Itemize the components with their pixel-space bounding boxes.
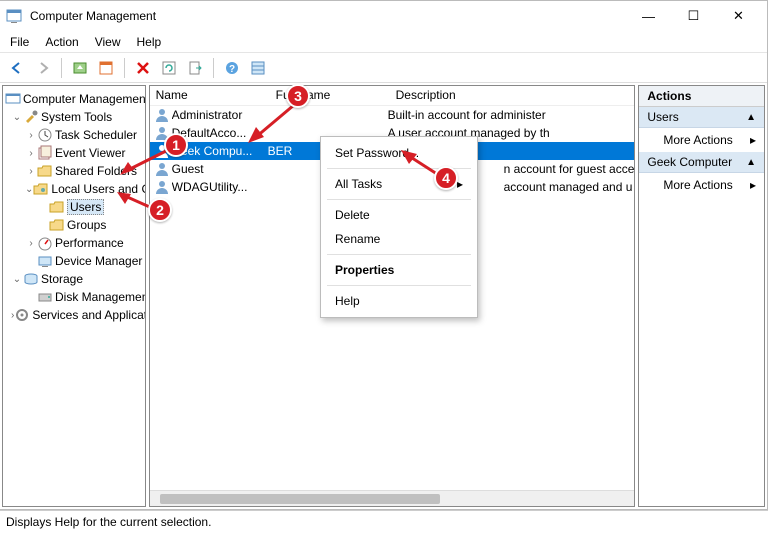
horizontal-scrollbar[interactable] (150, 490, 635, 506)
annotation-badge-1: 1 (164, 133, 188, 157)
svg-text:?: ? (229, 64, 235, 75)
actions-header: Actions (639, 86, 764, 107)
users-folder-icon (33, 181, 49, 197)
clock-icon (37, 127, 53, 143)
delete-button[interactable] (132, 57, 154, 79)
menu-action[interactable]: Action (45, 35, 78, 49)
back-button[interactable] (6, 57, 28, 79)
computer-icon (5, 91, 21, 107)
app-icon (6, 8, 22, 24)
event-icon (37, 145, 53, 161)
device-icon (37, 253, 53, 269)
status-bar: Displays Help for the current selection. (0, 510, 768, 532)
annotation-arrow-3 (246, 101, 302, 145)
list-header: Name Full Name Description (150, 86, 635, 106)
annotation-badge-3: 3 (286, 84, 310, 108)
user-icon (154, 107, 170, 123)
performance-icon (37, 235, 53, 251)
disk-icon (37, 289, 53, 305)
tree-system-tools[interactable]: ⌄System Tools (5, 108, 143, 126)
help-button[interactable]: ? (221, 57, 243, 79)
toolbar: ? (0, 53, 767, 83)
menu-file[interactable]: File (10, 35, 29, 49)
tree-performance[interactable]: ›Performance (5, 234, 143, 252)
collapse-icon: ▲ (746, 157, 756, 168)
services-icon (14, 307, 30, 323)
tree-root[interactable]: Computer Management (Local) (5, 90, 143, 108)
tree-services-apps[interactable]: ›Services and Applications (5, 306, 143, 324)
ctx-rename[interactable]: Rename (321, 227, 477, 251)
annotation-badge-2: 2 (148, 198, 172, 222)
menu-help[interactable]: Help (137, 35, 162, 49)
up-button[interactable] (69, 57, 91, 79)
actions-more-1[interactable]: More Actions▸ (639, 128, 764, 152)
user-row[interactable]: AdministratorBuilt-in account for admini… (150, 106, 635, 124)
folder-icon (49, 217, 65, 233)
menu-view[interactable]: View (95, 35, 121, 49)
col-description[interactable]: Description (390, 86, 635, 105)
tools-icon (23, 109, 39, 125)
actions-more-2[interactable]: More Actions▸ (639, 173, 764, 197)
properties-button[interactable] (95, 57, 117, 79)
export-button[interactable] (184, 57, 206, 79)
actions-pane: Actions Users▲ More Actions▸ Geek Comput… (638, 85, 765, 507)
maximize-button[interactable]: ☐ (671, 2, 716, 30)
tree-storage[interactable]: ⌄Storage (5, 270, 143, 288)
tree-task-scheduler[interactable]: ›Task Scheduler (5, 126, 143, 144)
titlebar[interactable]: Computer Management — ☐ ✕ (0, 1, 767, 31)
tree-groups[interactable]: Groups (5, 216, 143, 234)
menu-bar: File Action View Help (0, 31, 767, 53)
actions-cat-users[interactable]: Users▲ (639, 107, 764, 128)
folder-icon (49, 199, 65, 215)
ctx-delete[interactable]: Delete (321, 203, 477, 227)
actions-cat-geek[interactable]: Geek Computer▲ (639, 152, 764, 173)
annotation-badge-4: 4 (434, 166, 458, 190)
tree-disk-management[interactable]: Disk Management (5, 288, 143, 306)
close-button[interactable]: ✕ (716, 2, 761, 30)
storage-icon (23, 271, 39, 287)
window-title: Computer Management (30, 9, 626, 23)
refresh-button[interactable] (158, 57, 180, 79)
ctx-help[interactable]: Help (321, 289, 477, 313)
ctx-properties[interactable]: Properties (321, 258, 477, 282)
collapse-icon: ▲ (746, 112, 756, 123)
view-mode-button[interactable] (247, 57, 269, 79)
shared-folder-icon (37, 163, 53, 179)
tree-device-manager[interactable]: Device Manager (5, 252, 143, 270)
forward-button[interactable] (32, 57, 54, 79)
minimize-button[interactable]: — (626, 2, 671, 30)
